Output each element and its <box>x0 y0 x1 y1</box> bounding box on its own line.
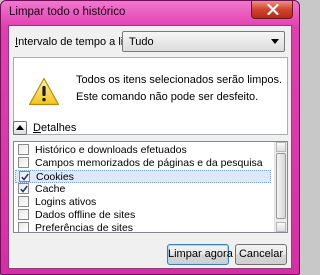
list-item-offline-data[interactable]: Dados offline de sites <box>15 209 271 222</box>
list-item-label: Cookies <box>36 171 74 183</box>
list-item-label: Histórico e downloads efetuados <box>35 144 187 156</box>
list-item-label: Campos memorizados de páginas e da pesqu… <box>35 157 263 169</box>
items-list: Histórico e downloads efetuados Campos m… <box>13 141 288 233</box>
checkmark-icon <box>21 173 29 181</box>
list-item-cookies[interactable]: Cookies <box>15 170 271 183</box>
time-range-select[interactable]: Tudo <box>122 31 285 52</box>
window-title: Limpar todo o histórico <box>9 6 126 18</box>
list-item-history[interactable]: Histórico e downloads efetuados <box>15 144 271 157</box>
chevron-down-icon <box>271 39 279 44</box>
details-label[interactable]: Detalhes <box>33 122 76 134</box>
scroll-up-button[interactable] <box>276 142 286 152</box>
list-item-site-preferences[interactable]: Preferências de sites <box>15 222 271 233</box>
list-item-label: Dados offline de sites <box>35 209 136 221</box>
list-item-label: Preferências de sites <box>35 222 134 233</box>
title-bar[interactable]: Limpar todo o histórico <box>1 1 299 25</box>
scroll-thumb[interactable] <box>276 153 286 219</box>
list-item-label: Cache <box>35 183 66 195</box>
checkbox[interactable] <box>18 196 29 207</box>
close-button[interactable] <box>251 1 293 19</box>
warning-text-line2: Este comando não pode ser desfeito. <box>76 91 259 103</box>
details-label-accesskey: D <box>33 122 41 134</box>
list-item-label: Logins ativos <box>35 196 97 208</box>
checkbox[interactable] <box>18 144 29 155</box>
list-item-cache[interactable]: Cache <box>15 183 271 196</box>
checkbox[interactable] <box>18 157 29 168</box>
checkbox[interactable] <box>18 209 29 220</box>
close-icon <box>267 4 279 15</box>
checkbox-checked[interactable] <box>19 171 30 182</box>
checkbox-checked[interactable] <box>18 183 29 194</box>
details-label-text: etalhes <box>40 122 77 134</box>
scroll-down-button[interactable] <box>276 222 286 232</box>
chevron-up-icon <box>16 125 24 130</box>
clear-now-button[interactable]: Limpar agora <box>167 244 233 265</box>
dialog-content: Intervalo de tempo a limpar: Tudo Todos … <box>8 25 292 269</box>
dialog-window: Limpar todo o histórico Intervalo de tem… <box>0 0 300 275</box>
warning-text-line1: Todos os itens selecionados serão limpos… <box>76 74 283 86</box>
list-scrollbar[interactable] <box>274 142 287 232</box>
list-item-form-data[interactable]: Campos memorizados de páginas e da pesqu… <box>15 157 271 170</box>
details-toggle-button[interactable] <box>13 121 27 135</box>
checkbox[interactable] <box>18 222 29 232</box>
warning-icon <box>28 77 60 106</box>
cancel-button[interactable]: Cancelar <box>235 244 287 265</box>
list-item-active-logins[interactable]: Logins ativos <box>15 196 271 209</box>
checkmark-icon <box>20 185 28 193</box>
time-range-value: Tudo <box>129 36 154 48</box>
